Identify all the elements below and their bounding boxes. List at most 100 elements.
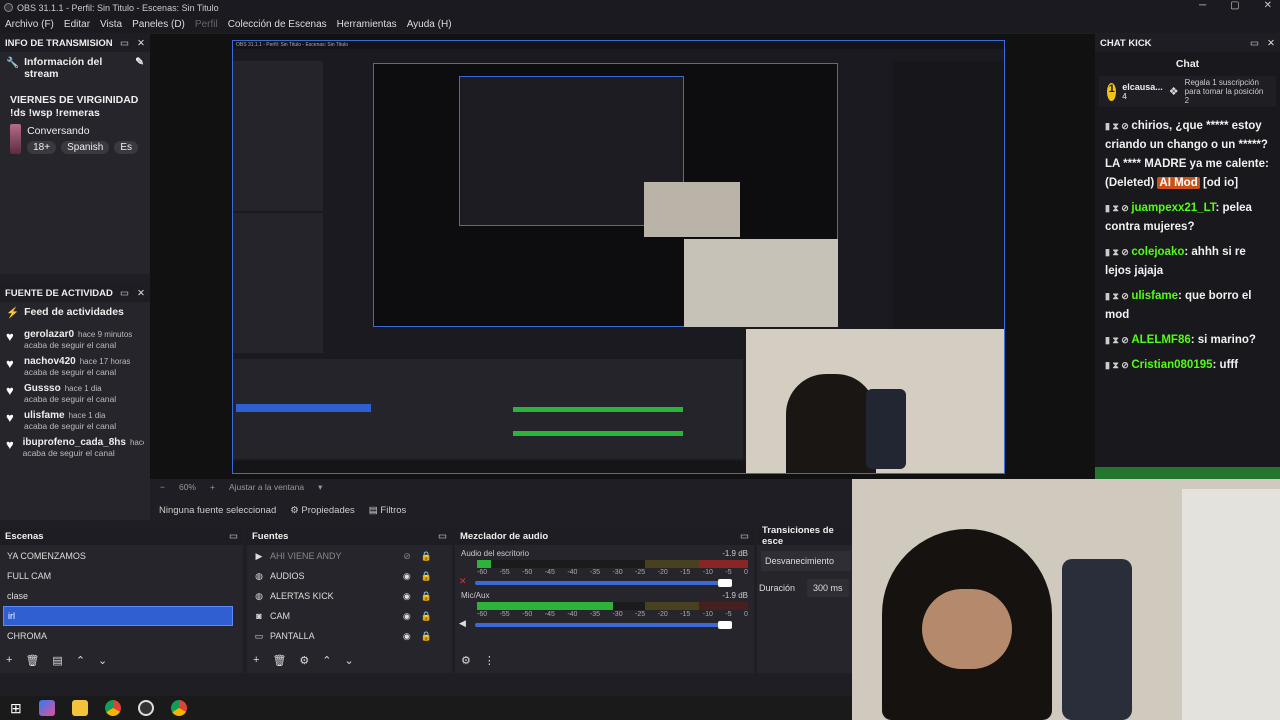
scale-tick: -45: [544, 569, 555, 576]
chat-username[interactable]: Cristian080195: [1131, 359, 1212, 371]
slider-knob[interactable]: [718, 579, 732, 587]
undock-icon[interactable]: ▭: [740, 531, 749, 542]
menu-vista[interactable]: Vista: [95, 19, 127, 30]
chevron-down-icon[interactable]: ▾: [318, 482, 322, 493]
source-settings-button[interactable]: ⚙: [299, 654, 309, 667]
copilot-icon[interactable]: [38, 700, 55, 716]
panel-header: Mezclador de audio ▭: [455, 527, 754, 545]
speaker-icon[interactable]: ◀: [455, 618, 471, 629]
volume-slider[interactable]: [475, 579, 732, 587]
source-item[interactable]: ▶ AHI VIENE ANDY ⊘ 🔒: [247, 546, 452, 566]
source-item[interactable]: ◍ AUDIOS ◉ 🔒: [247, 566, 452, 586]
transition-select[interactable]: Desvanecimiento: [761, 551, 851, 571]
remove-source-button[interactable]: 🗑: [272, 654, 286, 667]
move-down-button[interactable]: ⌄: [98, 654, 107, 667]
lock-icon[interactable]: 🔒: [421, 611, 432, 622]
scale-tick: -10: [702, 611, 713, 618]
lock-icon[interactable]: 🔒: [421, 551, 432, 562]
mixer-settings-icon[interactable]: ⚙: [461, 654, 471, 667]
close-icon[interactable]: ✕: [137, 288, 145, 299]
source-item[interactable]: ◙ CAM ◉ 🔒: [247, 606, 452, 626]
audio-mixer-dock: Mezclador de audio ▭ Audio del escritori…: [455, 527, 754, 673]
chrome-icon[interactable]: [104, 700, 121, 716]
face: [922, 589, 1012, 669]
duration-input[interactable]: 300 ms: [807, 579, 849, 597]
add-scene-button[interactable]: +: [6, 654, 12, 667]
scene-item[interactable]: CHROMA: [0, 626, 243, 646]
chat-username[interactable]: juampexx21_LT: [1131, 202, 1215, 214]
slider-knob[interactable]: [718, 621, 732, 629]
scene-item[interactable]: irl: [3, 606, 233, 626]
undock-icon[interactable]: ▭: [229, 531, 238, 542]
close-icon[interactable]: ✕: [137, 38, 145, 49]
lock-icon[interactable]: 🔒: [421, 571, 432, 582]
eye-icon[interactable]: ◉: [403, 591, 411, 602]
lock-icon[interactable]: 🔒: [421, 591, 432, 602]
menu-archivo[interactable]: Archivo (F): [0, 19, 59, 30]
panel-header: Escenas ▭: [0, 527, 243, 545]
undock-icon[interactable]: ▭: [1250, 38, 1259, 49]
filters-button[interactable]: ▤ Filtros: [369, 505, 407, 516]
undock-icon[interactable]: ▭: [438, 531, 447, 542]
move-up-button[interactable]: ⌃: [76, 654, 85, 667]
chrome-icon-2[interactable]: [170, 700, 187, 716]
move-up-button[interactable]: ⌃: [322, 654, 331, 667]
lock-icon[interactable]: 🔒: [421, 631, 432, 642]
scene-item[interactable]: YA COMENZAMOS: [0, 546, 243, 566]
window-light: [1182, 489, 1280, 720]
panel-header: CHAT KICK ▭ ✕: [1095, 34, 1280, 52]
chat-username[interactable]: ulisfame: [1131, 290, 1178, 302]
maximize-button[interactable]: ▢: [1230, 0, 1239, 11]
heart-icon: ♥: [6, 356, 14, 371]
scale-tick: -30: [612, 569, 623, 576]
windows-start-icon[interactable]: ⊞: [10, 700, 22, 717]
menu-ayuda[interactable]: Ayuda (H): [402, 19, 457, 30]
panel-header: INFO DE TRANSMISION ▭ ✕: [0, 34, 150, 52]
eye-icon[interactable]: ◉: [403, 571, 411, 582]
scene-item[interactable]: FULL CAM: [0, 566, 243, 586]
window-titlebar: OBS 31.1.1 - Perfil: Sin Titulo - Escena…: [0, 0, 1280, 15]
edit-pencil-icon[interactable]: ✎: [135, 56, 144, 68]
menu-coleccion[interactable]: Colección de Escenas: [223, 19, 332, 30]
scale-tick: -20: [657, 611, 668, 618]
menu-editar[interactable]: Editar: [59, 19, 95, 30]
source-item[interactable]: ▭ PANTALLA ◉ 🔒: [247, 626, 452, 646]
meter-green: [477, 560, 491, 568]
menu-paneles[interactable]: Paneles (D): [127, 19, 190, 30]
source-item[interactable]: ◍ ALERTAS KICK ◉ 🔒: [247, 586, 452, 606]
program-preview[interactable]: OBS 31.1.1 - Perfil: Sin Titulo - Escena…: [232, 40, 1005, 474]
eye-icon[interactable]: ◉: [403, 611, 411, 622]
scene-filters-button[interactable]: ▤: [52, 654, 62, 667]
close-button[interactable]: ✕: [1264, 0, 1272, 11]
zoom-out-button[interactable]: −: [160, 482, 165, 492]
remove-scene-button[interactable]: 🗑: [25, 654, 39, 667]
eye-icon[interactable]: ◉: [403, 631, 411, 642]
close-icon[interactable]: ✕: [1267, 38, 1275, 49]
mute-icon[interactable]: ✕: [455, 576, 471, 587]
fit-window-button[interactable]: Ajustar a la ventana: [229, 482, 304, 492]
volume-slider[interactable]: [475, 621, 732, 629]
properties-button[interactable]: ⚙ Propiedades: [290, 505, 355, 516]
chat-username[interactable]: ALELMF86: [1131, 334, 1190, 346]
undock-icon[interactable]: ▭: [120, 38, 129, 49]
zoom-in-button[interactable]: +: [210, 482, 215, 492]
menu-herramientas[interactable]: Herramientas: [332, 19, 402, 30]
chat-message: ▮ ⧗ ⊘ ALELMF86: si marino?: [1095, 331, 1280, 350]
mixer-menu-icon[interactable]: ⋮: [484, 654, 495, 667]
move-down-button[interactable]: ⌄: [345, 654, 354, 667]
chat-username[interactable]: colejoako: [1131, 246, 1184, 258]
activity-feed-panel: FUENTE DE ACTIVIDAD ▭ ✕ ⚡ Feed de activid…: [0, 284, 150, 520]
undock-icon[interactable]: ▭: [120, 288, 129, 299]
feed-item: ♥ ulisfame hace 1 dia acaba de seguir el ca…: [0, 410, 150, 431]
add-source-button[interactable]: +: [253, 654, 259, 667]
chat-message: ▮ ⧗ ⊘ Cristian080195: ufff: [1095, 356, 1280, 375]
menu-perfil[interactable]: Perfil: [190, 19, 223, 30]
obs-icon[interactable]: [137, 700, 154, 716]
scene-item[interactable]: clase: [0, 586, 243, 606]
eye-slash-icon[interactable]: ⊘: [403, 551, 411, 562]
scale-tick: -50: [522, 569, 533, 576]
window-title: OBS 31.1.1 - Perfil: Sin Titulo - Escena…: [17, 2, 219, 13]
minimize-button[interactable]: ─: [1199, 0, 1206, 11]
file-explorer-icon[interactable]: [71, 700, 88, 716]
webcam-feed: [852, 479, 1280, 720]
